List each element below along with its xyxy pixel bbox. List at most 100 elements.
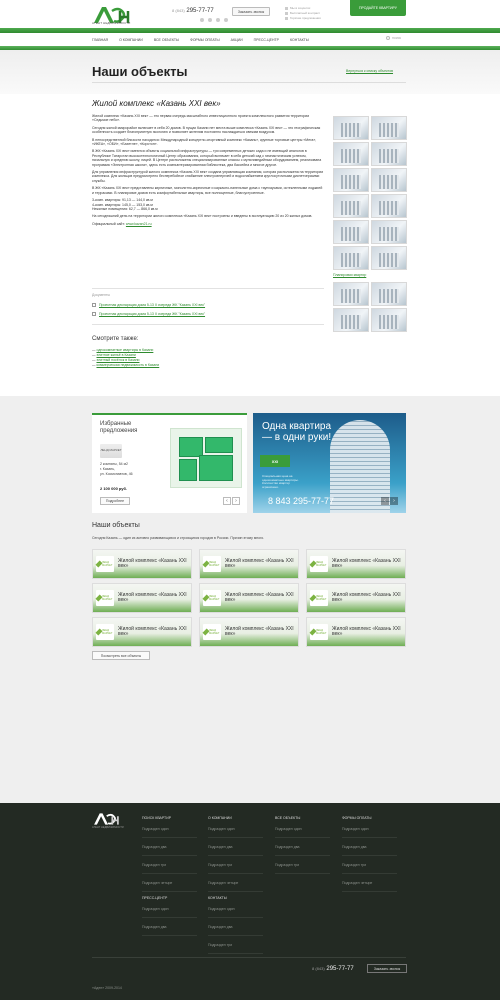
nav-item-promo[interactable]: АКЦИИ	[231, 38, 243, 42]
document-icon	[285, 12, 288, 15]
footer-phone[interactable]: 8 (843) 295-77-77	[312, 966, 354, 972]
floor-plan-image[interactable]	[170, 428, 242, 488]
object-card[interactable]: ЛЕНД МАРКЕТ Жилой комплекс «Казань XXI ве…	[306, 617, 406, 647]
gallery-thumb[interactable]	[371, 246, 407, 270]
gallery-thumb[interactable]	[333, 116, 369, 140]
object-card[interactable]: ЛЕНД МАРКЕТ Жилой комплекс «Казань XXI ве…	[92, 583, 192, 613]
fire-icon	[285, 17, 288, 20]
plan-thumb[interactable]	[371, 308, 407, 332]
object-card[interactable]: ЛЕНД МАРКЕТ Жилой комплекс «Казань XXI ве…	[306, 583, 406, 613]
footer-link[interactable]: Подраздел один	[208, 907, 263, 918]
prev-arrow-icon[interactable]: ‹	[381, 497, 389, 505]
footer-callback-button[interactable]: Заказать звонок	[367, 964, 407, 973]
plan-thumb[interactable]	[333, 308, 369, 332]
ok-icon[interactable]	[224, 18, 228, 22]
footer-heading[interactable]: ФОРМЫ ОПЛАТЫ	[342, 816, 397, 820]
object-card[interactable]: ЛЕНД МАРКЕТ Жилой комплекс «Казань XXI ве…	[306, 549, 406, 579]
prev-arrow-icon[interactable]: ‹	[223, 497, 231, 505]
object-card[interactable]: ЛЕНД МАРКЕТ Жилой комплекс «Казань XXI ве…	[92, 549, 192, 579]
nav-item-home[interactable]: ГЛАВНАЯ	[92, 38, 108, 42]
document-link[interactable]: Проектная декларация дома 5-13 II очеред…	[99, 312, 205, 316]
gallery-thumb[interactable]	[333, 220, 369, 244]
next-arrow-icon[interactable]: ›	[232, 497, 240, 505]
header-phone[interactable]: 8 (843) 295-77-77	[172, 8, 214, 14]
footer-link[interactable]: Подраздел два	[142, 925, 197, 936]
gallery-thumb[interactable]	[333, 142, 369, 166]
footer-link[interactable]: Подраздел четыре	[342, 881, 397, 892]
gallery-thumb[interactable]	[371, 168, 407, 192]
footer-link[interactable]: Подраздел один	[342, 827, 397, 838]
social-icons	[200, 18, 228, 22]
objects-section-title: Наши объекты	[92, 522, 140, 529]
footer-link[interactable]: Подраздел три	[208, 863, 263, 874]
vk-icon[interactable]	[200, 18, 204, 22]
plan-thumb[interactable]	[371, 282, 407, 306]
footer-link[interactable]: Подраздел два	[142, 845, 197, 856]
footer-heading[interactable]: ВСЕ ОБЪЕКТЫ	[275, 816, 330, 820]
site-link[interactable]: www.kazan21.ru	[126, 222, 152, 226]
promo-logo: XXI	[260, 455, 290, 467]
footer-link[interactable]: Подраздел три	[275, 863, 330, 874]
footer-column: ПРЕСС-ЦЕНТР Подраздел один Подраздел два	[142, 896, 197, 943]
footer-link[interactable]: Подраздел один	[275, 827, 330, 838]
footer-link[interactable]: Подраздел два	[342, 845, 397, 856]
developer-logo: ЛЕНД МАРКЕТ	[309, 590, 328, 606]
footer-link[interactable]: Подраздел два	[208, 845, 263, 856]
next-arrow-icon[interactable]: ›	[390, 497, 398, 505]
footer-link[interactable]: Подраздел три	[208, 943, 263, 954]
nav-item-contacts[interactable]: КОНТАКТЫ	[290, 38, 309, 42]
object-card[interactable]: ЛЕНД МАРКЕТ Жилой комплекс «Казань XXI ве…	[199, 549, 299, 579]
footer-link[interactable]: Подраздел один	[142, 827, 197, 838]
callback-button[interactable]: Заказать звонок	[232, 7, 270, 16]
gallery-thumb[interactable]	[371, 116, 407, 140]
gallery-thumb[interactable]	[371, 142, 407, 166]
nav-item-about[interactable]: О КОМПАНИИ	[119, 38, 143, 42]
gallery-thumb[interactable]	[333, 194, 369, 218]
search-box[interactable]: поиск	[386, 36, 401, 40]
object-card[interactable]: ЛЕНД МАРКЕТ Жилой комплекс «Казань XXI ве…	[92, 617, 192, 647]
promo-pager: ‹ ›	[381, 497, 398, 505]
offer-details-button[interactable]: Подробнее	[100, 497, 130, 505]
gallery-thumb[interactable]	[371, 194, 407, 218]
mini-link[interactable]: Горячие предложения	[285, 16, 321, 21]
footer-link[interactable]: Подраздел два	[275, 845, 330, 856]
nav-item-objects[interactable]: ВСЕ ОБЪЕКТЫ	[154, 38, 179, 42]
footer-logo[interactable]	[92, 812, 120, 826]
document-link[interactable]: Проектная декларация дома 5-13 II очеред…	[99, 303, 205, 307]
footer-link[interactable]: Подраздел один	[208, 827, 263, 838]
section-divider	[92, 324, 324, 325]
phone-number: 295-77-77	[326, 966, 354, 972]
footer-link[interactable]: Подраздел три	[342, 863, 397, 874]
promo-headline: Одна квартира — в одни руки!	[262, 421, 332, 443]
document-item[interactable]: Проектная декларация дома 5-13 II очеред…	[92, 312, 205, 316]
footer-heading[interactable]: КОНТАКТЫ	[208, 896, 263, 900]
gallery-thumb[interactable]	[333, 168, 369, 192]
footer-link[interactable]: Подраздел два	[208, 925, 263, 936]
object-card[interactable]: ЛЕНД МАРКЕТ Жилой комплекс «Казань XXI ве…	[199, 617, 299, 647]
see-also-title: Смотрите также:	[92, 336, 139, 342]
twitter-icon[interactable]	[216, 18, 220, 22]
see-also-item[interactable]: — коммерческая недвижимость в Казани	[92, 363, 159, 368]
gallery-thumb[interactable]	[333, 246, 369, 270]
sell-apartment-button[interactable]: ПРОДАЙТЕ КВАРТИРУ	[350, 0, 406, 16]
facebook-icon[interactable]	[208, 18, 212, 22]
footer-heading[interactable]: ПРЕСС-ЦЕНТР	[142, 896, 197, 900]
gallery-thumb[interactable]	[371, 220, 407, 244]
nav-item-payment[interactable]: ФОРМЫ ОПЛАТЫ	[190, 38, 220, 42]
plan-thumb[interactable]	[333, 282, 369, 306]
plans-gallery	[333, 282, 407, 332]
footer-heading[interactable]: О КОМПАНИИ	[208, 816, 263, 820]
object-card[interactable]: ЛЕНД МАРКЕТ Жилой комплекс «Казань XXI ве…	[199, 583, 299, 613]
show-all-objects-button[interactable]: Посмотреть все объекты	[92, 651, 150, 660]
footer-link[interactable]: Подраздел один	[142, 907, 197, 918]
document-item[interactable]: Проектная декларация дома 5-13 II очеред…	[92, 303, 205, 307]
page-title: Наши объекты	[92, 64, 188, 79]
footer-link[interactable]: Подраздел четыре	[142, 881, 197, 892]
documents-label: Документы	[92, 293, 111, 297]
nav-item-press[interactable]: ПРЕСС-ЦЕНТР	[254, 38, 279, 42]
footer-heading[interactable]: ПОИСК КВАРТИР	[142, 816, 197, 820]
footer-link[interactable]: Подраздел четыре	[208, 881, 263, 892]
floor-plans-link[interactable]: Планировки квартир	[333, 273, 366, 277]
footer-link[interactable]: Подраздел три	[142, 863, 197, 874]
back-to-list-link[interactable]: Вернуться к списку объектов	[346, 69, 393, 73]
